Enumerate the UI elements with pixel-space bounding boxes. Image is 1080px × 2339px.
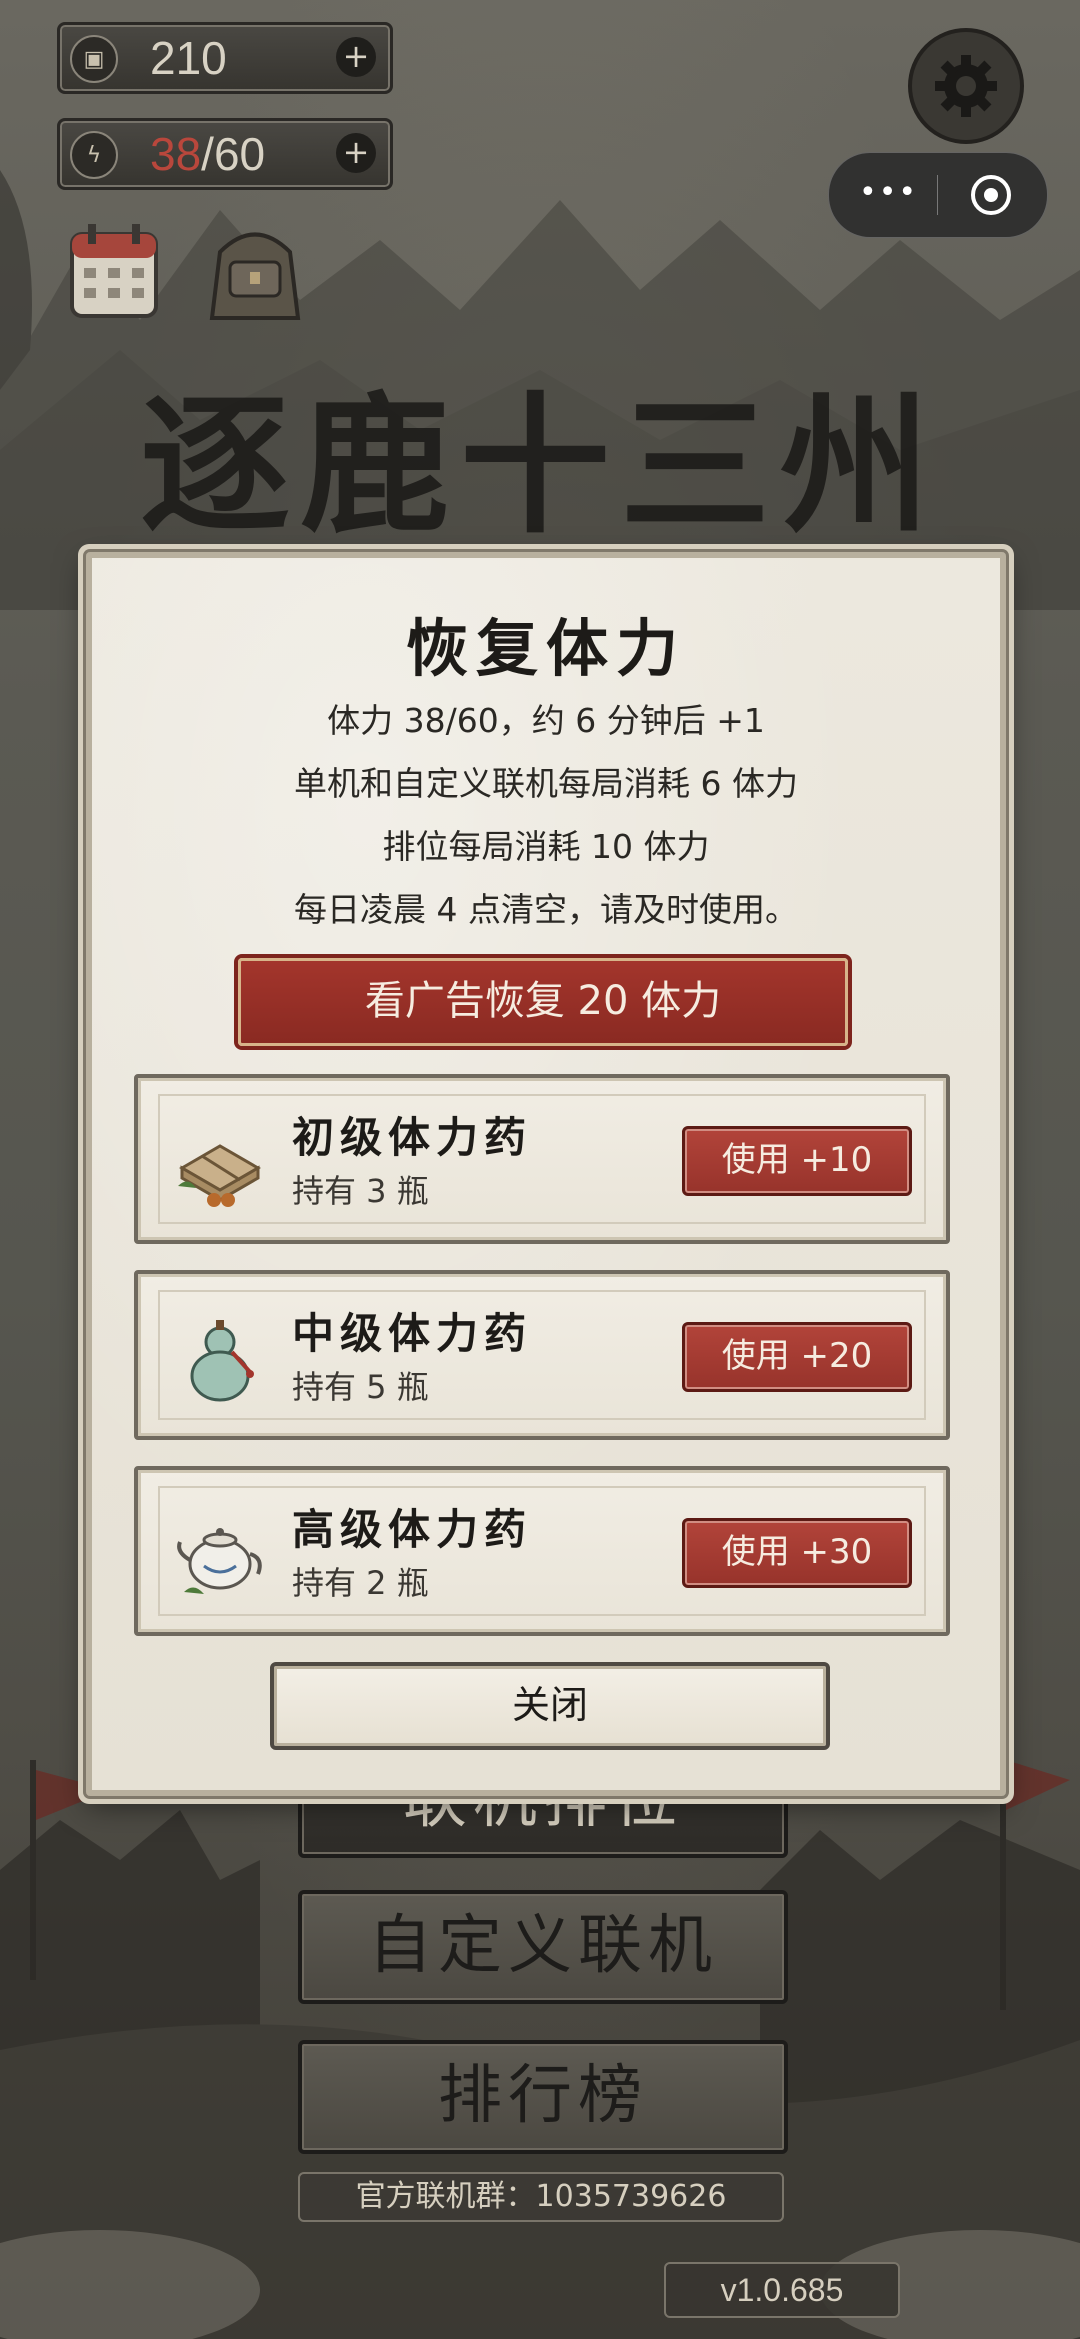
stamina-current: 38 bbox=[150, 128, 202, 180]
potion-name: 初级体力药 bbox=[292, 1113, 533, 1162]
official-group-label: 官方联机群：1035739626 bbox=[298, 2172, 784, 2222]
cost-info-text: 单机和自定义联机每局消耗 6 体力 bbox=[294, 764, 798, 803]
use-basic-potion-button[interactable]: 使用 +10 bbox=[682, 1126, 912, 1196]
reset-info-text: 每日凌晨 4 点清空，请及时使用。 bbox=[294, 890, 798, 929]
potion-owned-count: 持有 2 瓶 bbox=[292, 1564, 429, 1602]
backpack-icon[interactable] bbox=[200, 222, 310, 324]
stamina-counter: ϟ 38/60 + bbox=[57, 118, 393, 190]
custom-online-button[interactable]: 自定义联机 bbox=[298, 1890, 788, 2004]
gear-icon bbox=[935, 55, 997, 117]
restore-stamina-dialog: 恢复体力 体力 38/60，约 6 分钟后 +1 单机和自定义联机每局消耗 6 … bbox=[86, 552, 1006, 1796]
watch-ad-button[interactable]: 看广告恢复 20 体力 bbox=[238, 958, 848, 1046]
capsule-divider bbox=[937, 175, 938, 215]
game-title: 逐鹿十三州 bbox=[140, 378, 941, 554]
close-button[interactable]: 关闭 bbox=[270, 1662, 830, 1750]
more-icon[interactable]: ••• bbox=[859, 175, 918, 210]
tea-bundle-icon bbox=[178, 1144, 261, 1207]
dialog-title: 恢复体力 bbox=[405, 612, 686, 685]
leaderboard-button[interactable]: 排行榜 bbox=[298, 2040, 788, 2154]
potion-item-advanced: 高级体力药 持有 2 瓶 使用 +30 bbox=[134, 1466, 950, 1636]
use-advanced-potion-button[interactable]: 使用 +30 bbox=[682, 1518, 912, 1588]
settings-button[interactable] bbox=[908, 28, 1024, 144]
gourd-icon bbox=[190, 1320, 254, 1402]
add-stamina-button[interactable]: + bbox=[336, 133, 376, 173]
add-coins-button[interactable]: + bbox=[336, 37, 376, 77]
teapot-icon bbox=[177, 1528, 262, 1594]
potion-owned-count: 持有 3 瓶 bbox=[292, 1172, 429, 1210]
potion-name: 高级体力药 bbox=[292, 1505, 533, 1554]
potion-name: 中级体力药 bbox=[292, 1309, 533, 1358]
stamina-value: 38/60 bbox=[150, 127, 265, 181]
coin-icon: ▣ bbox=[70, 35, 118, 83]
potion-item-medium: 中级体力药 持有 5 瓶 使用 +20 bbox=[134, 1270, 950, 1440]
potion-item-basic: 初级体力药 持有 3 瓶 使用 +10 bbox=[134, 1074, 950, 1244]
stamina-max: /60 bbox=[201, 128, 266, 180]
lightning-icon: ϟ bbox=[70, 131, 118, 179]
miniprogram-capsule: ••• bbox=[828, 152, 1048, 238]
version-label: v1.0.685 bbox=[664, 2262, 900, 2318]
close-miniprogram-icon[interactable] bbox=[969, 173, 1013, 217]
ranked-cost-text: 排位每局消耗 10 体力 bbox=[382, 827, 710, 866]
calendar-icon[interactable] bbox=[68, 222, 160, 320]
use-medium-potion-button[interactable]: 使用 +20 bbox=[682, 1322, 912, 1392]
coin-counter: ▣ 210 + bbox=[57, 22, 393, 94]
stamina-status-text: 体力 38/60，约 6 分钟后 +1 bbox=[327, 701, 765, 740]
potion-owned-count: 持有 5 瓶 bbox=[292, 1368, 429, 1406]
coin-value: 210 bbox=[150, 32, 227, 84]
